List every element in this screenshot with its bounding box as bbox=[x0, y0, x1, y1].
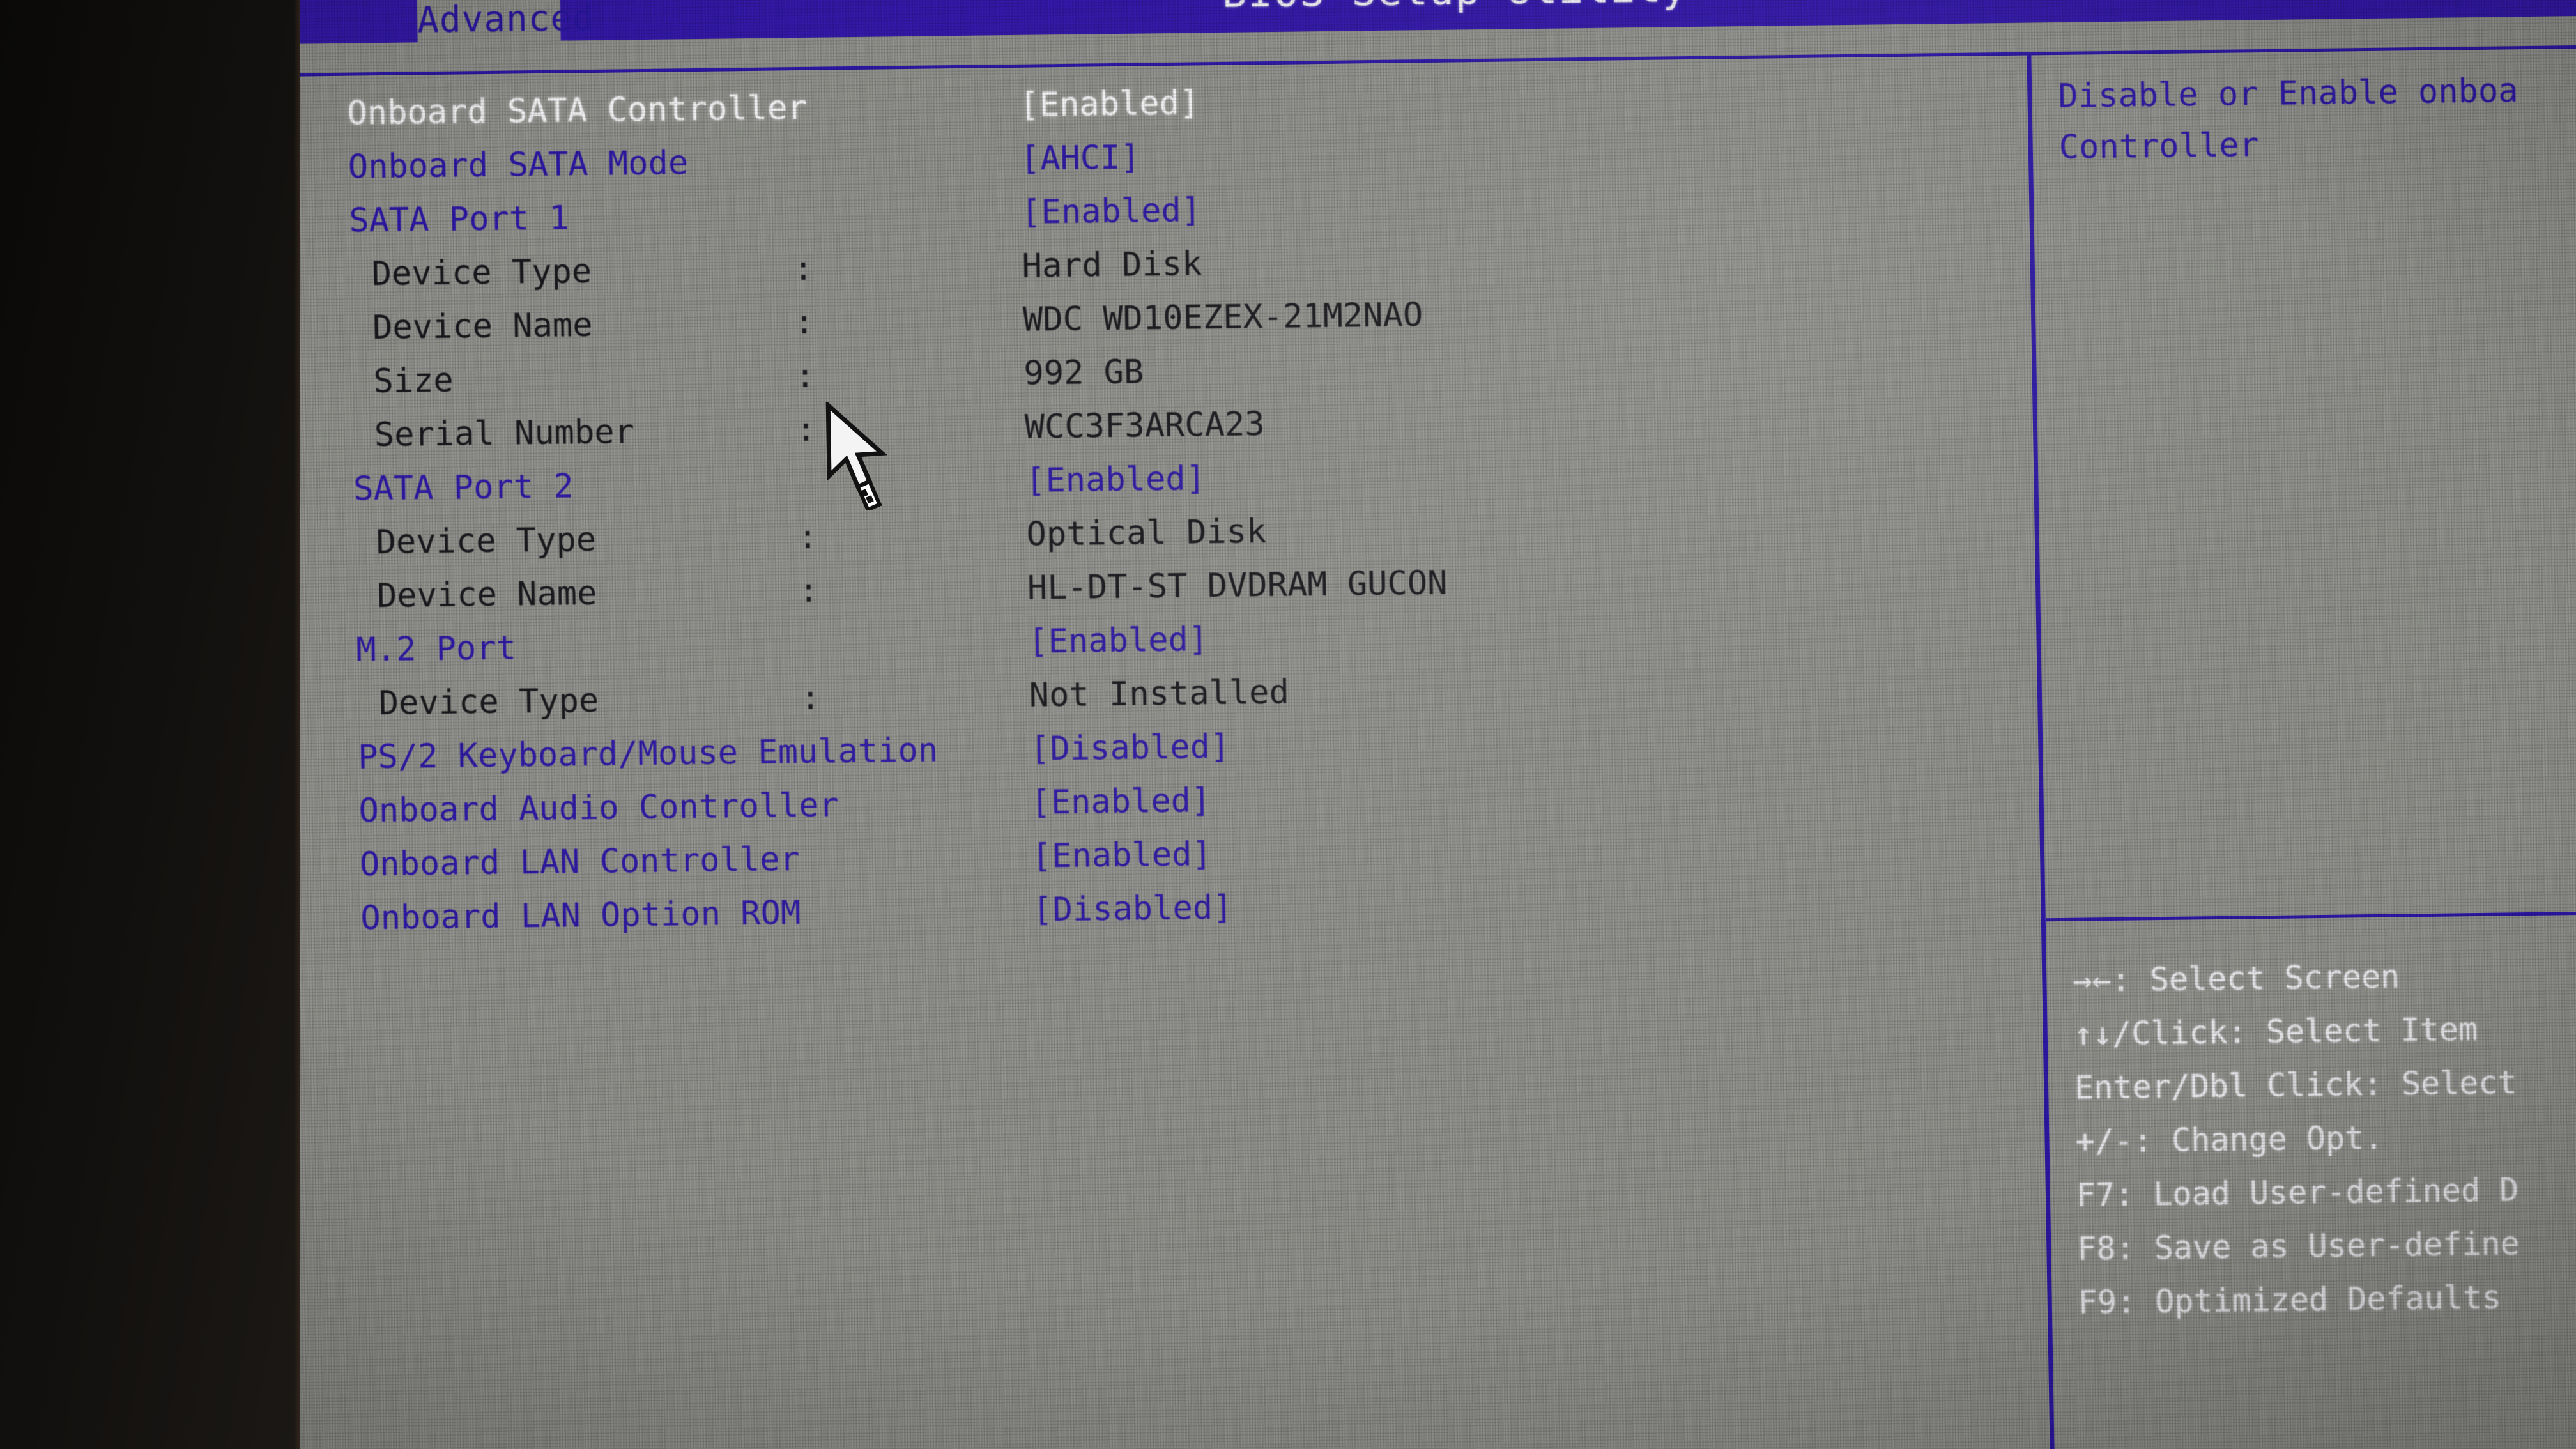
setting-value-readonly: Hard Disk bbox=[1022, 245, 1202, 286]
help-description-line: Disable or Enable onboa bbox=[2057, 72, 2518, 116]
settings-row[interactable]: Onboard SATA Controller [Enabled] bbox=[227, 75, 2016, 133]
setting-value-option[interactable]: [Enabled] bbox=[1031, 835, 1212, 875]
setting-label: Device Type bbox=[378, 681, 599, 723]
setting-value-readonly: Not Installed bbox=[1029, 673, 1290, 715]
settings-row[interactable]: Size: 992 GB bbox=[231, 344, 2021, 401]
setting-label: Serial Number bbox=[374, 413, 635, 455]
key-legend-line: F8: Save as User-define bbox=[2076, 1225, 2520, 1268]
tab-advanced[interactable]: Advanced bbox=[417, 0, 595, 47]
setting-value-option[interactable]: [Enabled] bbox=[1028, 620, 1209, 661]
setting-value-option[interactable]: [Enabled] bbox=[1025, 459, 1206, 500]
label-colon: : bbox=[793, 249, 814, 289]
bios-body: Onboard SATA Controller [Enabled] Onboard … bbox=[226, 15, 2576, 1449]
setting-label: Onboard SATA Controller bbox=[347, 88, 808, 133]
key-legend-line: F9: Optimized Defaults bbox=[2078, 1278, 2502, 1321]
settings-row[interactable]: Device Type: Optical Disk bbox=[234, 505, 2023, 562]
setting-label: SATA Port 1 bbox=[348, 199, 570, 240]
settings-row[interactable]: PS/2 Keyboard/Mouse Emulation [Disabled] bbox=[238, 719, 2027, 777]
setting-value-option[interactable]: [Disabled] bbox=[1030, 728, 1230, 769]
setting-value-readonly: Optical Disk bbox=[1026, 512, 1267, 554]
settings-row[interactable]: Onboard LAN Option ROM [Disabled] bbox=[240, 880, 2030, 938]
settings-row[interactable]: Device Name: HL-DT-ST DVDRAM GUCON bbox=[235, 558, 2025, 616]
setting-label: Device Name bbox=[376, 574, 597, 616]
settings-row[interactable]: Device Name: WDC WD10EZEX-21M2NAO bbox=[231, 290, 2020, 348]
settings-row[interactable]: Serial Number: WCC3F3ARCA23 bbox=[232, 397, 2021, 455]
setting-label: Size bbox=[372, 361, 454, 401]
setting-value-option[interactable]: [Enabled] bbox=[1031, 781, 1211, 822]
settings-row[interactable]: Device Type: Not Installed bbox=[236, 666, 2026, 723]
label-colon: : bbox=[794, 356, 816, 396]
label-colon: : bbox=[797, 518, 818, 557]
setting-label: Onboard Audio Controller bbox=[358, 786, 839, 831]
monitor-bezel-left bbox=[0, 0, 300, 1449]
settings-row[interactable]: Onboard LAN Controller [Enabled] bbox=[240, 827, 2029, 884]
label-colon: : bbox=[795, 410, 816, 450]
setting-value-option[interactable]: [Enabled] bbox=[1019, 84, 1200, 124]
setting-label: Device Type bbox=[376, 520, 597, 562]
setting-value-option[interactable]: [AHCI] bbox=[1020, 139, 1140, 178]
setting-label: Onboard LAN Controller bbox=[359, 840, 801, 884]
monitor-screen: BIOS Setup Utility Advanced Onboard SATA… bbox=[225, 0, 2576, 1449]
settings-row[interactable]: M.2 Port [Enabled] bbox=[236, 612, 2025, 670]
help-pane: Disable or Enable onboa Controller →←: Sel… bbox=[2057, 14, 2576, 1449]
key-legend-line: +/-: Change Opt. bbox=[2075, 1119, 2384, 1160]
key-legend-line: Enter/Dbl Click: Select bbox=[2074, 1064, 2517, 1107]
settings-row[interactable]: SATA Port 2 [Enabled] bbox=[233, 451, 2023, 509]
setting-value-option[interactable]: [Disabled] bbox=[1032, 889, 1233, 930]
setting-label: Onboard LAN Option ROM bbox=[360, 894, 801, 938]
settings-row[interactable]: SATA Port 1 [Enabled] bbox=[229, 183, 2018, 240]
settings-row[interactable]: Device Type: Hard Disk bbox=[229, 236, 2019, 294]
setting-label: Device Name bbox=[372, 306, 593, 348]
setting-value-option[interactable]: [Enabled] bbox=[1021, 191, 1202, 231]
settings-row[interactable]: Onboard SATA Mode [AHCI] bbox=[227, 129, 2017, 187]
setting-value-readonly: HL-DT-ST DVDRAM GUCON bbox=[1027, 564, 1448, 608]
setting-label: Onboard SATA Mode bbox=[348, 144, 689, 187]
label-colon: : bbox=[793, 303, 815, 342]
key-legend-line: →←: Select Screen bbox=[2072, 958, 2400, 999]
setting-label: M.2 Port bbox=[355, 629, 517, 670]
bios-screenshot: BIOS Setup Utility Advanced Onboard SATA… bbox=[0, 0, 2576, 1449]
label-colon: : bbox=[800, 678, 821, 718]
setting-value-readonly: WCC3F3ARCA23 bbox=[1024, 405, 1265, 447]
help-description-line: Controller bbox=[2058, 126, 2260, 167]
settings-list: Onboard SATA Controller [Enabled] Onboard … bbox=[226, 23, 2039, 1449]
setting-label: SATA Port 2 bbox=[353, 467, 574, 509]
setting-label: PS/2 Keyboard/Mouse Emulation bbox=[357, 731, 939, 777]
label-colon: : bbox=[798, 571, 819, 611]
key-legend-line: F7: Load User-defined D bbox=[2076, 1171, 2519, 1214]
setting-value-readonly: WDC WD10EZEX-21M2NAO bbox=[1022, 296, 1423, 339]
setting-value-readonly: 992 GB bbox=[1023, 353, 1144, 393]
setting-label: Device Type bbox=[371, 252, 592, 294]
key-legend-line: ↑↓/Click: Select Item bbox=[2073, 1011, 2478, 1053]
settings-row[interactable]: Onboard Audio Controller [Enabled] bbox=[238, 773, 2028, 831]
